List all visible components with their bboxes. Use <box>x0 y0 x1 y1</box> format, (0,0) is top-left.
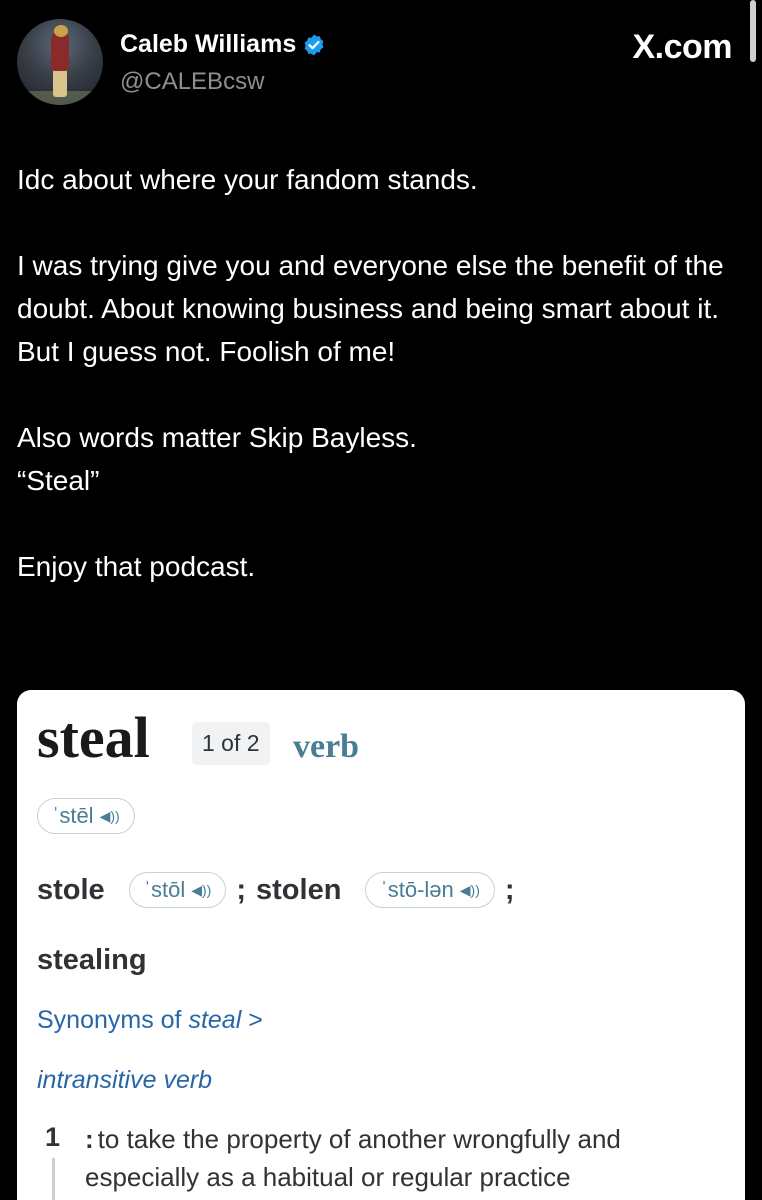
user-handle[interactable]: @CALEBcsw <box>120 68 264 96</box>
author-name-row: Caleb Williams <box>120 30 326 59</box>
form-word: stealing <box>37 944 147 976</box>
avatar-player-jersey <box>51 31 69 71</box>
function-label[interactable]: intransitive verb <box>37 1066 212 1095</box>
synonyms-link[interactable]: Synonyms of steal > <box>37 1006 263 1035</box>
form-pronunciation-pill[interactable]: ˈstōl ◀)) <box>128 872 227 908</box>
speaker-icon[interactable]: ◀)) <box>460 882 480 899</box>
speaker-icon[interactable]: ◀)) <box>191 882 211 899</box>
scrollbar[interactable] <box>750 0 756 62</box>
avatar-player-legs <box>53 69 67 97</box>
tweet-text: Idc about where your fandom stands. I wa… <box>17 158 742 588</box>
synonyms-prefix: Synonyms of <box>37 1006 189 1034</box>
tweet-paragraph: Also words matter Skip Bayless. “Steal” <box>17 422 417 496</box>
inflected-forms: stole ˈstōl ◀)) ; stolen ˈstō-lən ◀)) ; <box>37 872 515 908</box>
definition-text: : to take the property of another wrongfu… <box>85 1120 735 1196</box>
sense-number: 1 <box>45 1122 61 1152</box>
tweet-paragraph: Enjoy that podcast. <box>17 551 256 582</box>
part-of-speech: verb <box>293 728 360 765</box>
form-pronunciation-text: ˈstō-lən <box>380 877 454 902</box>
entry-number-badge: 1 of 2 <box>192 722 270 765</box>
avatar[interactable] <box>17 19 103 105</box>
dictionary-headword: steal <box>37 705 150 770</box>
form-word: stolen <box>256 873 342 906</box>
speaker-icon[interactable]: ◀)) <box>100 808 120 825</box>
form-word: stole <box>37 873 105 906</box>
verified-badge-icon <box>304 34 324 55</box>
display-name[interactable]: Caleb Williams <box>120 30 296 59</box>
chevron-right-icon: > <box>248 1006 263 1034</box>
pronunciation-pill[interactable]: ˈstēl ◀)) <box>37 798 135 834</box>
dictionary-image-card[interactable]: steal 1 of 2 verb ˈstēl ◀)) stole ˈstōl … <box>17 690 745 1200</box>
synonyms-word: steal <box>188 1006 242 1034</box>
form-separator: ; <box>504 873 515 906</box>
site-logo: X.com <box>632 28 732 66</box>
form-pronunciation-text: ˈstōl <box>143 877 186 902</box>
form-pronunciation-pill[interactable]: ˈstō-lən ◀)) <box>365 872 495 908</box>
tweet-paragraph: Idc about where your fandom stands. <box>17 164 478 195</box>
pronunciation-text: ˈstēl <box>52 803 94 828</box>
definition-colon: : <box>85 1124 94 1154</box>
tweet-paragraph: I was trying give you and everyone else … <box>17 250 724 367</box>
avatar-player-helmet <box>54 25 68 37</box>
definition-body: to take the property of another wrongful… <box>85 1124 621 1192</box>
form-separator: ; <box>236 873 247 906</box>
sense-divider <box>52 1158 55 1200</box>
